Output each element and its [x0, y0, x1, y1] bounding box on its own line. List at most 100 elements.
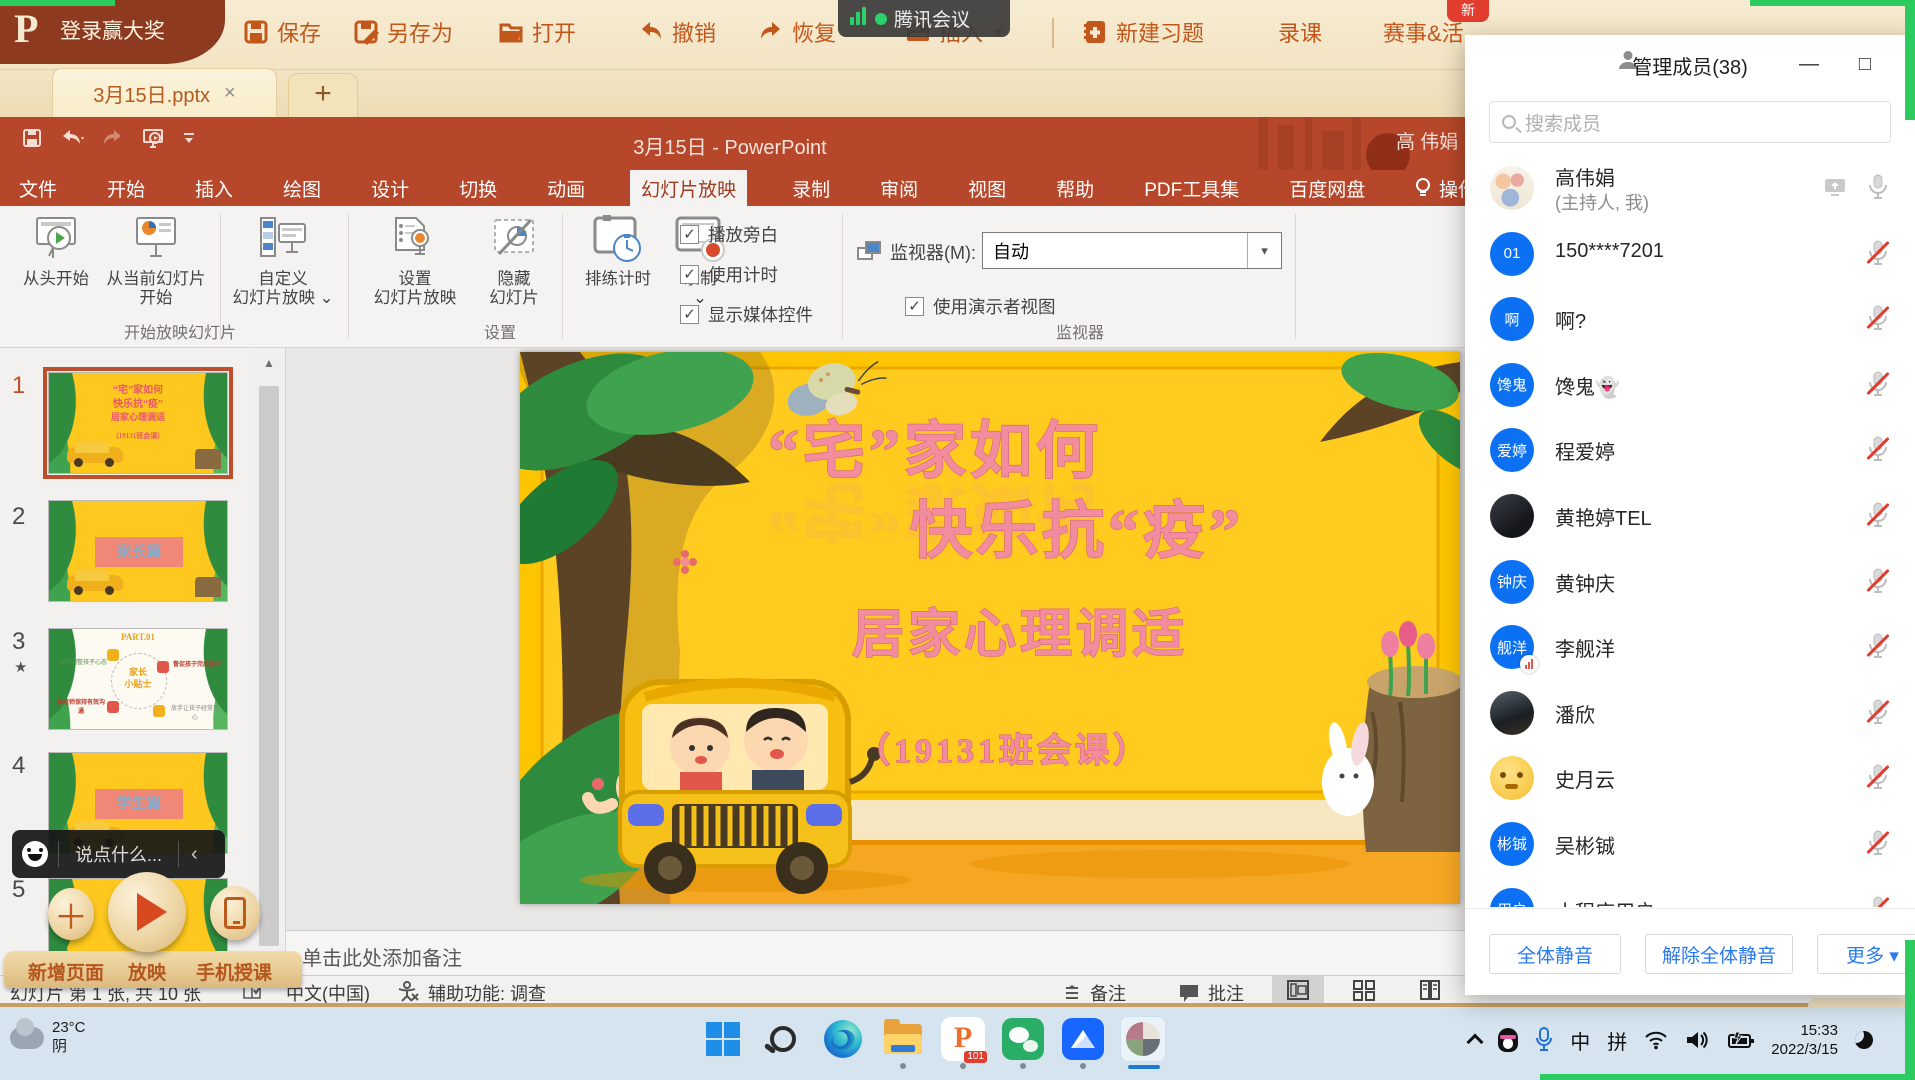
phone-teach-button[interactable] [210, 886, 260, 940]
rehearse-timings-button[interactable]: 排练计时 [572, 214, 664, 289]
add-page-button[interactable]: ＋ [48, 888, 94, 940]
emoji-face-icon[interactable] [22, 841, 48, 867]
mic-icon[interactable] [1865, 698, 1891, 726]
tencent-meeting-icon[interactable] [1060, 1016, 1106, 1062]
checkbox-use-timings[interactable]: ✓ 使用计时 [680, 262, 778, 287]
mic-icon[interactable] [1865, 763, 1891, 791]
mic-icon[interactable] [1865, 632, 1891, 660]
save-as-button[interactable]: 另存为 [353, 16, 453, 48]
mic-icon[interactable] [1865, 239, 1891, 267]
member-row[interactable]: 舰洋 李舰洋 [1465, 614, 1915, 680]
mic-icon[interactable] [1865, 304, 1891, 332]
ribbon-tab[interactable]: 设计 [366, 170, 414, 206]
taskbar-search-button[interactable] [760, 1016, 806, 1062]
ribbon-tab[interactable]: 幻灯片放映 [630, 170, 747, 206]
danmaku-chat-bar[interactable]: 说点什么... ‹ [12, 830, 225, 878]
mute-all-button[interactable]: 全体静音 [1489, 934, 1621, 974]
normal-view-button[interactable] [1272, 976, 1324, 1004]
unmute-all-button[interactable]: 解除全体静音 [1645, 934, 1793, 974]
mic-icon[interactable] [1865, 501, 1891, 529]
open-button[interactable]: 打开 [498, 16, 576, 48]
active-meeting-window-icon[interactable] [1120, 1016, 1166, 1062]
scrollbar-thumb[interactable] [259, 386, 279, 946]
chat-input-placeholder[interactable]: 说点什么... [59, 841, 178, 867]
member-row[interactable]: 黄艳婷TEL [1465, 483, 1915, 549]
ribbon-tab[interactable]: 审阅 [875, 170, 923, 206]
document-tab[interactable]: 3月15日.pptx × [52, 68, 277, 117]
ribbon-tab[interactable]: 绘图 [278, 170, 326, 206]
taskbar-clock[interactable]: 15:332022/3/15 [1771, 1021, 1838, 1060]
member-row[interactable]: 馋鬼 馋鬼👻 [1465, 352, 1915, 418]
ribbon-tab[interactable]: 切换 [454, 170, 502, 206]
battery-icon[interactable] [1726, 1030, 1754, 1050]
mic-icon[interactable] [1865, 435, 1891, 463]
member-search-input[interactable]: 搜索成员 [1489, 101, 1891, 143]
ppt101-app-icon[interactable]: P101 [940, 1016, 986, 1062]
more-button[interactable]: 更多 ▾ [1817, 934, 1915, 974]
login-button[interactable]: P 登录赢大奖 [0, 0, 225, 64]
ribbon-tab[interactable]: 百度网盘 [1284, 170, 1370, 206]
from-beginning-button[interactable]: 从头开始 [14, 214, 98, 289]
close-tab-icon[interactable]: × [224, 82, 236, 105]
ribbon-tab[interactable]: 帮助 [1051, 170, 1099, 206]
wechat-icon[interactable] [1000, 1016, 1046, 1062]
ribbon-tab[interactable]: 开始 [102, 170, 150, 206]
mic-icon[interactable] [1865, 567, 1891, 595]
redo-button[interactable]: 恢复 [758, 16, 836, 48]
collapse-chat-icon[interactable]: ‹ [179, 843, 210, 866]
qq-tray-icon[interactable] [1498, 1028, 1518, 1052]
edge-browser-icon[interactable] [820, 1016, 866, 1062]
member-row[interactable]: 钟庆 黄钟庆 [1465, 549, 1915, 615]
meeting-status-badge[interactable]: 腾讯会议 [838, 0, 1010, 37]
member-row[interactable]: 用户 小程序用户 [1465, 877, 1915, 907]
ribbon-tab[interactable]: PDF工具集 [1139, 170, 1244, 206]
slide-thumbnail-3[interactable]: PART.01 家长 小贴士 及时调整孩子心态 督促孩子完成作业 和老师保持有效… [48, 628, 228, 730]
ribbon-tab[interactable]: 插入 [190, 170, 238, 206]
slide-thumbnail-1[interactable]: “宅”家如何 快乐抗“疫” 居家心理调适 （19131班会课） [48, 372, 228, 474]
member-row[interactable]: 彬铖 吴彬铖 [1465, 811, 1915, 877]
mic-icon[interactable] [1865, 895, 1891, 907]
member-row[interactable]: 爱婷 程爱婷 [1465, 417, 1915, 483]
start-button[interactable] [700, 1016, 746, 1062]
custom-slideshow-button[interactable]: 自定义幻灯片放映 ⌄ [228, 214, 338, 308]
save-button[interactable]: 保存 [243, 16, 321, 48]
maximize-icon[interactable]: □ [1859, 53, 1871, 76]
monitor-select-arrow[interactable]: ▾ [1247, 233, 1281, 268]
reading-view-button[interactable] [1404, 976, 1456, 1004]
ime-pinyin-icon[interactable]: 拼 [1607, 1026, 1627, 1055]
member-row[interactable]: 潘欣 [1465, 680, 1915, 746]
ime-language-icon[interactable]: 中 [1570, 1026, 1590, 1055]
tray-expand-icon[interactable] [1467, 1034, 1484, 1051]
setup-slideshow-button[interactable]: 设置幻灯片放映 [360, 214, 470, 308]
microphone-tray-icon[interactable] [1535, 1027, 1553, 1053]
mic-icon[interactable] [1865, 829, 1891, 857]
checkbox-presenter-view[interactable]: ✓ 使用演示者视图 [905, 294, 1056, 319]
monitor-select[interactable]: 自动 ▾ [982, 232, 1282, 269]
new-tab-button[interactable]: + [288, 73, 358, 117]
play-slideshow-button[interactable] [108, 872, 186, 952]
slide-sorter-view-button[interactable] [1338, 976, 1390, 1004]
mic-icon[interactable] [1865, 173, 1891, 201]
member-row[interactable]: 高伟娟 (主持人, 我) [1465, 155, 1915, 221]
notes-pane[interactable]: 单击此处添加备注 [286, 930, 1465, 975]
slide-canvas[interactable]: “宅”家如何 快乐抗“疫” 居家心理调适 （19131班会课） “宅”家如何 [520, 352, 1460, 904]
slide-thumbnail-2[interactable]: 家长篇 [48, 500, 228, 602]
accessibility-icon[interactable] [396, 980, 420, 1002]
minimize-icon[interactable]: — [1799, 53, 1819, 76]
checkbox-show-media-controls[interactable]: ✓ 显示媒体控件 [680, 302, 813, 327]
from-current-slide-button[interactable]: 从当前幻灯片开始 [100, 214, 212, 308]
record-lesson-button[interactable]: 录课 [1278, 16, 1322, 48]
checkbox-play-narration[interactable]: ✓ 播放旁白 [680, 222, 778, 247]
volume-icon[interactable] [1685, 1030, 1709, 1050]
member-row[interactable]: 史月云 [1465, 745, 1915, 811]
ribbon-tab[interactable]: 视图 [963, 170, 1011, 206]
thumbnail-scrollbar[interactable]: ▲ ▼ [254, 350, 284, 973]
weather-widget[interactable]: 23°C阴 [10, 1019, 86, 1057]
scroll-up-icon[interactable]: ▲ [254, 350, 284, 376]
mic-icon[interactable] [1865, 370, 1891, 398]
member-row[interactable]: 01 150****7201 [1465, 221, 1915, 287]
new-exercise-button[interactable]: 新建习题 [1082, 16, 1204, 48]
ribbon-tab[interactable]: 动画 [542, 170, 590, 206]
focus-assist-moon-icon[interactable] [1855, 1031, 1873, 1049]
member-row[interactable]: 啊 啊? [1465, 286, 1915, 352]
